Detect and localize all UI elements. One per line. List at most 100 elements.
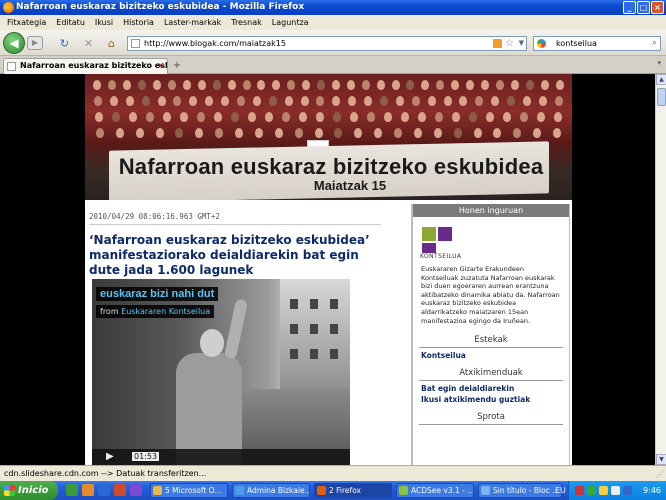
video-title[interactable]: euskaraz bizi nahi dut <box>96 287 219 301</box>
window-controls: _ □ × <box>623 1 664 14</box>
url-dropdown-icon[interactable]: ▼ <box>519 37 524 50</box>
video-source-link[interactable]: Euskararen Kontseilua <box>121 307 210 316</box>
sidebar-header: Honen inguruan <box>413 204 569 217</box>
office-icon <box>153 486 162 495</box>
crowd-row <box>91 94 566 110</box>
sidebar-section-title: Atxikimenduak <box>419 364 563 382</box>
tab-blogak[interactable]: Nafarroan euskaraz bizitzeko eskubi... × <box>3 58 168 74</box>
back-button[interactable]: ◀ <box>3 32 25 54</box>
scroll-down-button[interactable]: ▼ <box>656 454 666 465</box>
scroll-thumb[interactable] <box>657 88 666 106</box>
window-titlebar: Nafarroan euskaraz bizitzeko eskubidea -… <box>0 0 666 15</box>
ie-icon <box>235 486 244 495</box>
windows-taskbar: Inicio 5 Microsoft O... Admina Bizkaie..… <box>0 481 666 500</box>
url-bar[interactable]: http://www.blogak.com/maiatzak15 ☆ ▼ <box>127 36 527 51</box>
sidebar-about-text: Euskararen Gizarte Erakundeen Kontseilua… <box>421 265 560 325</box>
tray-icon[interactable] <box>587 486 596 495</box>
bookmark-star-icon[interactable]: ☆ <box>505 37 514 50</box>
vertical-scrollbar[interactable]: ▲ ▼ <box>655 74 666 465</box>
taskbar-item-notepad[interactable]: Sin título - Bloc ... <box>478 483 562 498</box>
taskbar-item-admina[interactable]: Admina Bizkaie... <box>232 483 310 498</box>
menu-history[interactable]: Historia <box>118 15 159 30</box>
tray-icon[interactable] <box>575 486 584 495</box>
quicklaunch-icon[interactable] <box>98 484 110 496</box>
menu-edit[interactable]: Editatu <box>51 15 90 30</box>
status-bar: cdn.slideshare.cdn.com --> Datuak transf… <box>0 465 666 481</box>
new-tab-button[interactable]: + <box>170 60 184 72</box>
clock[interactable]: 9:46 <box>643 481 661 500</box>
acdsee-icon <box>399 486 408 495</box>
google-engine-icon[interactable] <box>537 39 546 48</box>
system-tray: EU 9:46 <box>555 481 666 500</box>
notepad-icon <box>481 486 490 495</box>
taskbar-item-acdsee[interactable]: ACDSee v3.1 - ... <box>396 483 474 498</box>
taskbar-item-label: 2 Firefox <box>329 486 361 495</box>
sidebar-link-kontseilua[interactable]: Kontseilua <box>419 348 563 360</box>
tab-bar: Nafarroan euskaraz bizitzeko eskubi... ×… <box>0 56 666 74</box>
video-building <box>280 279 350 399</box>
tray-icon[interactable] <box>599 486 608 495</box>
maximize-button[interactable]: □ <box>637 1 650 14</box>
header-banner-image: Nafarroan euskaraz bizitzeko eskubidea M… <box>85 74 572 200</box>
rss-feed-icon[interactable] <box>493 39 502 48</box>
blog-post: 2010/04/29 08:06:16.963 GMT+2 ‘Nafarroan… <box>89 212 381 278</box>
video-person <box>162 298 249 465</box>
navigation-toolbar: ◀ ▶ ↻ ✕ ⌂ http://www.blogak.com/maiatzak… <box>0 30 666 56</box>
search-input-text: kontseilua <box>556 39 597 48</box>
play-icon[interactable]: ▶ <box>106 451 114 462</box>
quicklaunch-icon[interactable] <box>114 484 126 496</box>
status-text: cdn.slideshare.cdn.com --> Datuak transf… <box>4 469 207 478</box>
close-button[interactable]: × <box>651 1 664 14</box>
banner-subtitle: Maiatzak 15 <box>313 178 387 193</box>
blog-page: Nafarroan euskaraz bizitzeko eskubidea M… <box>85 74 572 465</box>
tab-list-icon[interactable]: ▾ <box>657 59 661 67</box>
resize-grip-icon[interactable]: ⋰ <box>656 467 664 482</box>
forward-button[interactable]: ▶ <box>27 36 43 50</box>
minimize-button[interactable]: _ <box>623 1 636 14</box>
quicklaunch-icon[interactable] <box>66 484 78 496</box>
quicklaunch-icon[interactable] <box>82 484 94 496</box>
search-icon[interactable]: ⌕ <box>652 37 657 50</box>
page-favicon-icon <box>131 39 140 48</box>
menu-bar: Fitxategia Editatu Ikusi Historia Laster… <box>0 15 666 30</box>
start-label: Inicio <box>18 485 49 496</box>
taskbar-item-firefox[interactable]: 2 Firefox <box>314 483 392 498</box>
reload-icon[interactable]: ↻ <box>58 37 71 50</box>
kontseilua-logo[interactable]: KONTSEILUA <box>420 225 462 263</box>
menu-file[interactable]: Fitxategia <box>2 15 51 30</box>
crowd-row <box>91 110 566 126</box>
sidebar: Honen inguruan KONTSEILUA Euskararen Giz… <box>411 204 570 465</box>
video-duration: 01:53 <box>132 452 160 461</box>
menu-bookmarks[interactable]: Laster-markak <box>159 15 226 30</box>
taskbar-item-label: Sin título - Bloc ... <box>493 486 560 495</box>
logo-name: KONTSEILUA <box>420 253 462 260</box>
home-icon[interactable]: ⌂ <box>105 37 118 50</box>
menu-view[interactable]: Ikusi <box>90 15 118 30</box>
language-indicator[interactable]: EU <box>555 481 566 500</box>
crowd-row <box>91 78 566 94</box>
tray-icon[interactable] <box>623 486 632 495</box>
sidebar-link-join[interactable]: Bat egin deialdiarekin <box>419 381 563 393</box>
scroll-up-button[interactable]: ▲ <box>656 74 666 85</box>
tray-icon[interactable] <box>611 486 620 495</box>
sidebar-link-all-supports[interactable]: Ikusi atxikimendu guztiak <box>419 393 563 404</box>
content-viewport: Nafarroan euskaraz bizitzeko eskubidea M… <box>0 74 655 465</box>
start-button[interactable]: Inicio <box>0 481 58 500</box>
tab-favicon-icon <box>7 62 16 71</box>
tab-close-icon[interactable]: × <box>157 59 164 73</box>
video-controls: ▶ 01:53 <box>92 449 350 465</box>
sidebar-section-title: Estekak <box>419 331 563 349</box>
menu-help[interactable]: Laguntza <box>267 15 314 30</box>
search-bar[interactable]: kontseilua ⌕ <box>533 36 661 51</box>
stop-icon[interactable]: ✕ <box>82 37 95 50</box>
firefox-icon <box>317 486 326 495</box>
windows-flag-icon <box>4 485 15 496</box>
video-from-label: from <box>100 307 119 316</box>
quicklaunch-icon[interactable] <box>130 484 142 496</box>
post-title[interactable]: ‘Nafarroan euskaraz bizitzeko eskubidea’… <box>89 233 381 278</box>
window-title: Nafarroan euskaraz bizitzeko eskubidea -… <box>16 2 305 12</box>
embedded-video[interactable]: euskaraz bizi nahi dut from Euskararen K… <box>92 279 350 465</box>
taskbar-item-office[interactable]: 5 Microsoft O... <box>150 483 228 498</box>
banner-title: Nafarroan euskaraz bizitzeko eskubidea <box>118 154 544 179</box>
menu-tools[interactable]: Tresnak <box>226 15 267 30</box>
